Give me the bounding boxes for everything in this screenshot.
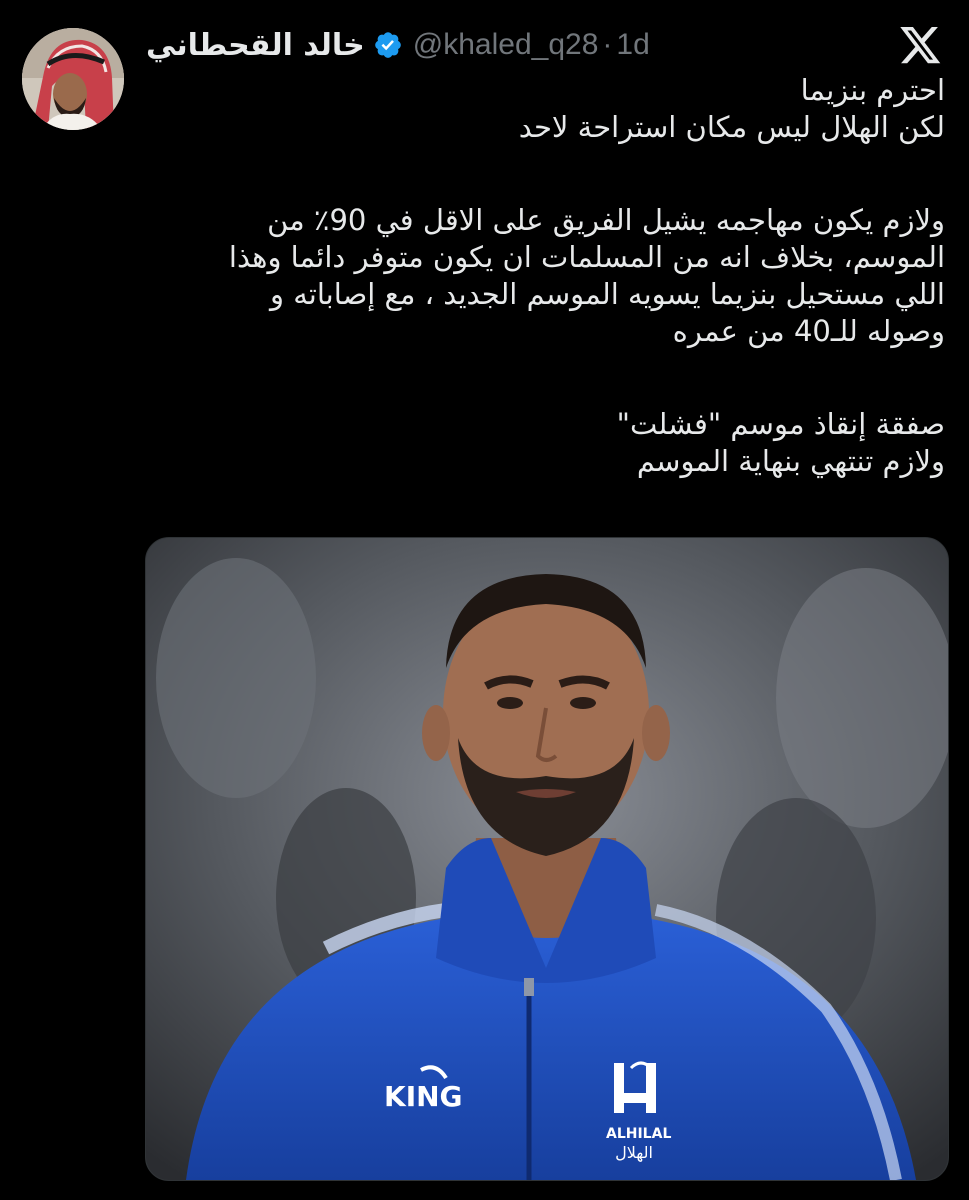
author-handle[interactable]: @khaled_q28 bbox=[413, 28, 599, 62]
player-photo: KING ALHILAL الهلال bbox=[146, 538, 948, 1180]
tweet-timestamp[interactable]: 1d bbox=[616, 28, 649, 62]
tweet-line: احترم بنزيما bbox=[800, 73, 945, 107]
tweet-line: ولازم تنتهي بنهاية الموسم bbox=[636, 444, 945, 478]
author-display-name[interactable]: خالد القحطاني bbox=[146, 28, 365, 63]
tweet-line: لكن الهلال ليس مكان استراحة لاحد bbox=[518, 110, 945, 144]
tweet-header: خالد القحطاني @khaled_q28 · 1d bbox=[146, 22, 650, 68]
tweet-line: صفقة إنقاذ موسم "فشلت" bbox=[616, 407, 945, 441]
header-separator: · bbox=[602, 28, 613, 61]
tweet-media-image[interactable]: KING ALHILAL الهلال bbox=[145, 537, 949, 1181]
author-avatar[interactable] bbox=[22, 28, 124, 130]
avatar-photo bbox=[22, 28, 124, 130]
tweet-line: الموسم، بخلاف انه من المسلمات ان يكون مت… bbox=[228, 240, 945, 274]
x-logo-icon bbox=[900, 27, 941, 64]
club-name-en: ALHILAL bbox=[606, 1126, 671, 1142]
tweet-line: ولازم يكون مهاجمه يشيل الفريق على الاقل … bbox=[267, 203, 945, 237]
tweet-body: احترم بنزيما لكن الهلال ليس مكان استراحة… bbox=[145, 72, 945, 480]
tweet-line: اللي مستحيل بنزيما يسويه الموسم الجديد ،… bbox=[269, 277, 945, 311]
jacket-brand-text: KING bbox=[384, 1080, 463, 1113]
tweet-line: وصوله للـ40 من عمره bbox=[672, 314, 945, 348]
club-name-ar: الهلال bbox=[615, 1143, 653, 1163]
tweet-card[interactable]: خالد القحطاني @khaled_q28 · 1d احترم بنز… bbox=[0, 0, 969, 1200]
verified-badge-icon bbox=[374, 32, 401, 58]
